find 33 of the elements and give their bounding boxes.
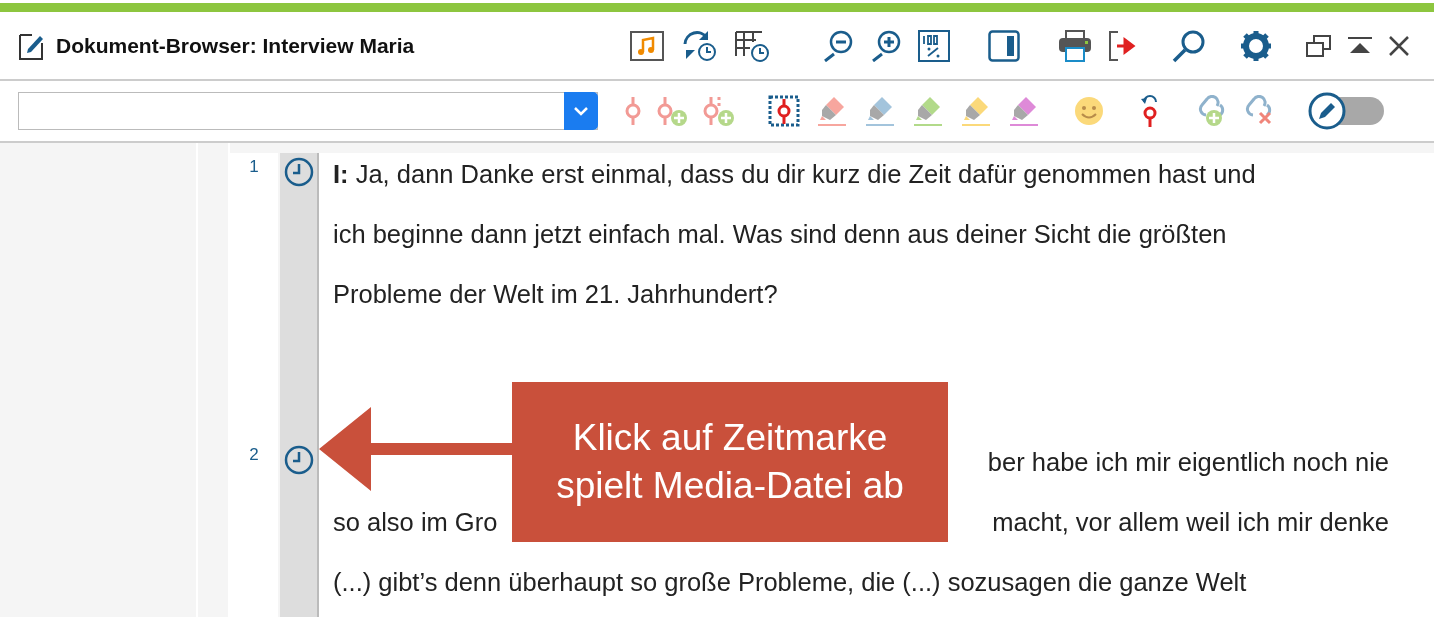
zoom-100-icon[interactable] <box>918 29 950 62</box>
paragraph-number: 2 <box>249 445 259 464</box>
close-icon[interactable] <box>1388 34 1410 57</box>
printer-icon[interactable] <box>1058 29 1092 62</box>
smiley-icon[interactable] <box>1074 96 1104 126</box>
timestamp-clock-icon[interactable] <box>283 445 314 475</box>
collapse-icon[interactable] <box>1348 35 1372 56</box>
transcript-text: macht, vor allem weil ich mir denke <box>992 507 1389 538</box>
transcript-text: I: Ja, dann Danke erst einmal, dass du dir kurz die Zeit dafür genommen hast und <box>333 159 1256 190</box>
search-icon[interactable] <box>1172 28 1206 63</box>
timestamp-clock-icon[interactable] <box>283 157 314 187</box>
transcript-text: so also im Gro <box>333 507 498 538</box>
window-title: Dokument-Browser: Interview Maria <box>56 33 415 58</box>
callout-text: spielt Media-Datei ab <box>556 464 904 508</box>
table-clock-icon[interactable] <box>734 28 770 63</box>
chevron-down-icon <box>573 106 589 116</box>
code-selection-icon[interactable] <box>768 95 800 127</box>
transcript-text: Probleme der Welt im 21. Jahrhundert? <box>333 279 778 310</box>
music-file-icon[interactable] <box>630 30 664 61</box>
callout-text: Klick auf Zeitmarke <box>572 416 888 460</box>
side-panel-icon[interactable] <box>988 29 1020 62</box>
transcript-text: ich beginne dann jetzt einfach mal. Was sind denn aus deiner Sicht die größten <box>333 219 1227 250</box>
zoom-in-icon[interactable] <box>870 29 902 62</box>
transcript-text: (...) gibt’s denn überhaupt so große Probleme, die (...) sozusagen die ganze Welt <box>333 567 1247 598</box>
restore-window-icon[interactable] <box>1306 34 1332 57</box>
edit-mode-toggle[interactable] <box>1308 92 1384 130</box>
transcript-text: ber habe ich mir eigentlich noch nie <box>987 447 1389 478</box>
settings-icon[interactable] <box>1240 29 1272 62</box>
zoom-out-icon[interactable] <box>822 29 854 62</box>
paragraph-number: 1 <box>249 157 259 176</box>
pencil-icon <box>1308 92 1346 130</box>
code-dropdown[interactable] <box>18 92 598 130</box>
export-icon[interactable] <box>1108 29 1138 62</box>
